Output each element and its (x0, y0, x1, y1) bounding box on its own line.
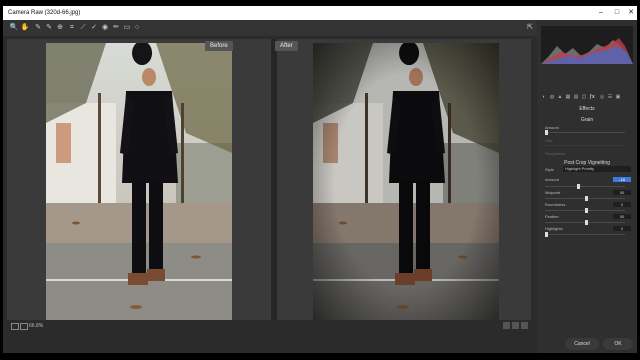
tab-presets-icon[interactable]: ☰ (607, 94, 613, 100)
title-bar: Camera Raw (320d-66.jpg) – □ ✕ (3, 6, 637, 20)
window-title: Camera Raw (320d-66.jpg) (8, 10, 81, 16)
vignette-amount-slider[interactable] (545, 184, 625, 189)
vignette-roundness-value[interactable]: 0 (613, 202, 631, 207)
tab-tone-curve-icon[interactable]: ◍ (549, 94, 555, 100)
vignette-amount-label: Amount (545, 177, 559, 182)
after-pane: After (275, 39, 531, 325)
panel-tabs: ◐ ◍ ▲ ▦ ▤ ◫ ƒx ◎ ☰ ▣ (541, 94, 633, 102)
vignette-feather-label: Feather (545, 214, 559, 219)
spot-removal-icon[interactable]: ✓ (89, 23, 99, 33)
zoom-tool-icon[interactable]: 🔍 (9, 23, 19, 33)
grain-size-label: Size (545, 138, 553, 143)
view-mode-icon[interactable] (11, 323, 19, 330)
vignette-highlights-slider[interactable] (545, 232, 625, 237)
close-icon[interactable]: ✕ (623, 6, 639, 20)
before-button[interactable]: Before (205, 41, 233, 51)
copy-settings-icon[interactable] (512, 322, 519, 329)
toggle-settings-icon[interactable] (521, 322, 528, 329)
after-photo (313, 43, 499, 321)
white-balance-tool-icon[interactable]: ✎ (33, 23, 43, 33)
vignette-feather-value[interactable]: 50 (613, 214, 631, 219)
grain-amount-slider[interactable] (545, 130, 625, 135)
minimize-icon[interactable]: – (593, 6, 609, 20)
vignette-roundness-label: Roundness (545, 202, 566, 207)
image-info (541, 68, 633, 92)
color-sampler-icon[interactable]: ✎ (44, 23, 54, 33)
vignette-midpoint-label: Midpoint (545, 190, 561, 195)
red-eye-icon[interactable]: ◉ (100, 23, 110, 33)
tab-basic-icon[interactable]: ◐ (541, 94, 547, 100)
vignette-amount-value[interactable]: -18 (613, 177, 631, 182)
vignette-roundness-slider[interactable] (545, 208, 625, 213)
vignette-feather-slider[interactable] (545, 220, 625, 225)
vignette-style-select[interactable]: Highlight Priority (563, 166, 631, 172)
tab-snapshots-icon[interactable]: ▣ (615, 94, 621, 100)
radial-filter-icon[interactable]: ○ (132, 23, 142, 33)
ok-button[interactable]: OK (603, 338, 633, 350)
vignette-midpoint-slider[interactable] (545, 196, 625, 201)
vignette-highlights-value[interactable]: 0 (613, 226, 631, 231)
tab-lens-icon[interactable]: ◫ (581, 94, 587, 100)
effects-title: Effects (579, 106, 595, 112)
grain-roughness-label: Roughness (545, 151, 566, 156)
grain-title: Grain (580, 117, 594, 123)
graduated-filter-icon[interactable]: ▭ (122, 23, 132, 33)
cancel-button[interactable]: Cancel (565, 338, 599, 350)
tab-effects-icon[interactable]: ƒx (589, 94, 595, 100)
straighten-tool-icon[interactable]: ⟋ (78, 23, 88, 33)
zoom-level[interactable]: 66.8% (29, 322, 43, 330)
open-preferences-icon[interactable]: ⇱ (525, 23, 535, 33)
histogram (541, 26, 633, 64)
vignette-highlights-label: Highlights (545, 226, 563, 231)
compare-mode-icon[interactable] (20, 323, 28, 330)
hand-tool-icon[interactable]: ✋ (20, 23, 30, 33)
before-pane: Before (7, 39, 271, 325)
target-adjust-icon[interactable]: ⊕ (55, 23, 65, 33)
grain-size-slider (545, 145, 625, 146)
tab-split-toning-icon[interactable]: ▤ (573, 94, 579, 100)
vignette-style-label: Style (545, 167, 554, 172)
tab-detail-icon[interactable]: ▲ (557, 94, 563, 100)
brush-icon[interactable]: ✏ (111, 23, 121, 33)
image-canvas: Before After (7, 39, 531, 325)
status-bar: 66.8% (3, 320, 533, 332)
before-photo (46, 43, 232, 321)
tab-calibration-icon[interactable]: ◎ (599, 94, 605, 100)
vignette-midpoint-value[interactable]: 50 (613, 190, 631, 195)
crop-tool-icon[interactable]: ⌗ (67, 23, 77, 33)
swap-before-after-icon[interactable] (503, 322, 510, 329)
right-panel: ◐ ◍ ▲ ▦ ▤ ◫ ƒx ◎ ☰ ▣ Effects Grain Amoun… (537, 20, 637, 353)
after-button[interactable]: After (275, 41, 298, 51)
tab-hsl-icon[interactable]: ▦ (565, 94, 571, 100)
camera-raw-window: Camera Raw (320d-66.jpg) – □ ✕ 🔍 ✋ ✎ ✎ ⊕… (3, 6, 637, 353)
